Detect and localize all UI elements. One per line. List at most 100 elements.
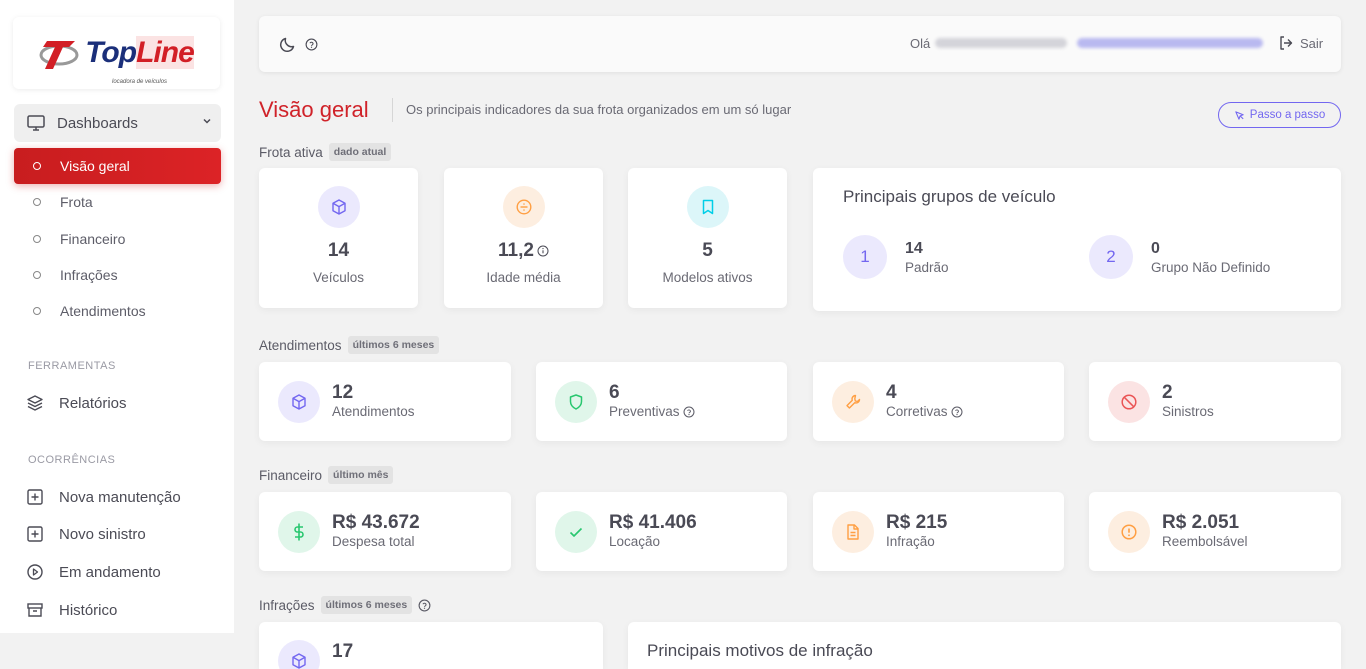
- sidebar-item-relatorios[interactable]: Relatórios: [26, 394, 127, 412]
- section-tag: últimos 6 meses: [347, 336, 440, 354]
- divide-circle-icon: [515, 199, 532, 215]
- guide-button-label: Passo a passo: [1249, 109, 1326, 121]
- logo-wordmark: TopLine: [85, 36, 195, 69]
- reimbursable-icon-wrap: [1108, 510, 1150, 553]
- chevron-down-icon: [203, 118, 211, 124]
- sidebar-item-label: Em andamento: [59, 563, 161, 581]
- section-title: Financeiro: [259, 467, 323, 483]
- group-caption: Padrão: [905, 259, 949, 275]
- brand-logo[interactable]: TopLine locadora de veículos: [13, 17, 220, 89]
- accidents-card: 2 Sinistros: [1089, 362, 1341, 441]
- sidebar-item-historico[interactable]: Histórico: [26, 601, 117, 619]
- box-icon: [292, 393, 306, 410]
- fleet-section-label: Frota ativa dado atual: [259, 143, 392, 161]
- play-circle-icon: [27, 564, 43, 580]
- infraction-cost-icon-wrap: [832, 510, 874, 553]
- circle-icon: [33, 198, 41, 206]
- vehicle-group-item: 1 14 Padrão: [843, 235, 949, 279]
- sidebar-item-visao-geral[interactable]: Visão geral: [14, 148, 221, 184]
- sidebar-item-atendimentos[interactable]: Atendimentos: [14, 293, 221, 329]
- box-icon: [292, 653, 306, 669]
- help-circle-icon[interactable]: [305, 38, 318, 51]
- total-expense-caption: Despesa total: [332, 534, 415, 549]
- vehicle-groups-title: Principais grupos de veículo: [843, 187, 1056, 206]
- guide-button[interactable]: Passo a passo: [1218, 102, 1341, 128]
- moon-icon[interactable]: [279, 35, 297, 53]
- occurrences-heading: OCORRÊNCIAS: [28, 454, 116, 466]
- user-name-redacted: [935, 38, 1067, 48]
- avg-age-value-row: 11,2: [498, 240, 549, 262]
- group-value: 14: [905, 239, 923, 257]
- sidebar-item-label: Nova manutenção: [59, 488, 181, 506]
- avg-age-card: 11,2 Idade média: [444, 168, 603, 308]
- reimbursable-caption: Reembolsável: [1162, 534, 1248, 549]
- sidebar-item-label: Histórico: [59, 601, 118, 619]
- bookmark-icon: [702, 199, 713, 215]
- total-expense-icon-wrap: [278, 510, 320, 553]
- active-models-value: 5: [702, 240, 713, 261]
- vehicle-group-item: 2 0 Grupo Não Definido: [1089, 235, 1270, 279]
- help-circle-icon[interactable]: [683, 406, 695, 418]
- rental-caption: Locação: [609, 534, 661, 549]
- preventive-card: 6 Preventivas: [536, 362, 787, 441]
- avg-age-caption: Idade média: [486, 270, 561, 285]
- services-icon-wrap: [278, 380, 320, 423]
- corrective-icon-wrap: [832, 380, 874, 423]
- sidebar-item-infracoes[interactable]: Infrações: [14, 257, 221, 293]
- infraction-reasons-card: Principais motivos de infração: [628, 622, 1341, 669]
- page-subtitle: Os principais indicadores da sua frota o…: [406, 102, 792, 117]
- wrench-icon: [846, 394, 861, 409]
- sidebar-item-novo-sinistro[interactable]: Novo sinistro: [26, 525, 146, 543]
- finance-section-label: Financeiro último mês: [259, 466, 394, 484]
- page-title: Visão geral: [259, 97, 369, 122]
- help-circle-icon[interactable]: [951, 406, 963, 418]
- logout-label: Sair: [1300, 35, 1324, 51]
- sidebar-item-nova-manutencao[interactable]: Nova manutenção: [26, 488, 181, 506]
- logo-tagline: locadora de veículos: [112, 79, 168, 85]
- infractions-section-label: Infrações últimos 6 meses: [259, 596, 431, 614]
- avg-age-icon-wrap: [502, 186, 545, 228]
- dashboards-menu-toggle[interactable]: Dashboards: [14, 104, 221, 142]
- alert-circle-icon: [1121, 523, 1137, 540]
- vehicle-groups-card: Principais grupos de veículo 1 14 Padrão…: [813, 168, 1341, 311]
- total-expense-value: R$ 43.672: [332, 512, 420, 533]
- sidebar-item-label: Atendimentos: [60, 303, 146, 319]
- infractions-count-card: 17: [259, 622, 603, 669]
- sidebar-item-label: Relatórios: [59, 394, 127, 412]
- sidebar-item-em-andamento[interactable]: Em andamento: [26, 563, 161, 581]
- rental-icon-wrap: [555, 510, 597, 553]
- services-total-caption: Atendimentos: [332, 404, 415, 419]
- preventive-caption-row: Preventivas: [609, 403, 695, 421]
- vehicles-caption: Veículos: [312, 270, 365, 285]
- accidents-caption: Sinistros: [1162, 404, 1214, 419]
- accidents-icon-wrap: [1108, 380, 1150, 423]
- sidebar-item-frota[interactable]: Frota: [14, 184, 221, 220]
- logout-button[interactable]: Sair: [1278, 35, 1323, 51]
- tools-heading: FERRAMENTAS: [28, 360, 116, 372]
- file-text-icon: [847, 523, 859, 540]
- title-divider: [392, 98, 393, 122]
- user-email-redacted[interactable]: [1077, 38, 1263, 48]
- infraction-cost-caption: Infração: [886, 534, 935, 549]
- greeting: Olá: [910, 36, 931, 51]
- services-total-value: 12: [332, 382, 354, 403]
- section-title: Infrações: [259, 597, 315, 613]
- corrective-caption: Corretivas: [886, 404, 948, 419]
- dollar-sign-icon: [294, 523, 304, 540]
- circle-icon: [33, 235, 41, 243]
- top-bar: Olá Sair: [259, 16, 1341, 72]
- cursor-pointer-icon: [1235, 110, 1244, 120]
- info-icon[interactable]: [537, 245, 549, 257]
- help-circle-icon[interactable]: [418, 599, 431, 612]
- sidebar-item-label: Frota: [60, 194, 93, 210]
- shield-icon: [569, 393, 583, 410]
- total-expense-card: R$ 43.672 Despesa total: [259, 492, 511, 571]
- log-out-icon: [1280, 36, 1293, 50]
- sidebar-item-financeiro[interactable]: Financeiro: [14, 221, 221, 257]
- section-title: Atendimentos: [259, 337, 342, 353]
- infractions-count-value: 17: [332, 641, 354, 662]
- box-icon: [331, 199, 346, 215]
- vehicles-value: 14: [327, 240, 350, 261]
- preventive-icon-wrap: [555, 380, 597, 423]
- active-models-card: 5 Modelos ativos: [628, 168, 787, 308]
